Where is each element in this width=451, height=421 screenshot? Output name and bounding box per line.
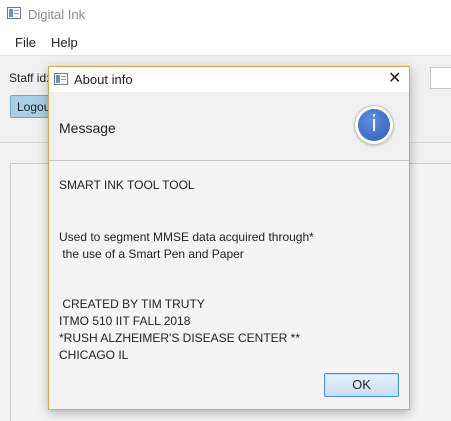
- menu-bar: File Help: [0, 30, 451, 56]
- menu-help[interactable]: Help: [51, 35, 78, 50]
- content-line: ITMO 510 IIT FALL 2018: [59, 314, 191, 328]
- close-button[interactable]: ✕: [379, 67, 409, 92]
- dialog-content: SMART INK TOOL TOOL Used to segment MMSE…: [49, 161, 409, 366]
- staff-id-field[interactable]: [430, 67, 451, 89]
- info-icon-glyph: i: [358, 109, 390, 141]
- app-titlebar: Digital Ink: [0, 0, 451, 30]
- content-line: SMART INK TOOL TOOL: [59, 178, 195, 192]
- app-window-icon: [7, 7, 21, 19]
- content-line: Used to segment MMSE data acquired throu…: [59, 230, 314, 244]
- menu-file[interactable]: File: [15, 35, 36, 50]
- dialog-window-icon: [54, 73, 68, 85]
- close-icon: ✕: [388, 70, 402, 87]
- content-line: CREATED BY TIM TRUTY: [59, 297, 205, 311]
- dialog-title: About info: [74, 72, 133, 87]
- dialog-header-text: Message: [59, 120, 116, 136]
- content-line: the use of a Smart Pen and Paper: [59, 247, 244, 261]
- content-line: CHICAGO IL: [59, 348, 129, 362]
- info-icon: i: [355, 106, 393, 144]
- app-title: Digital Ink: [28, 7, 86, 22]
- staff-id-label: Staff id:: [9, 71, 50, 85]
- about-dialog: About info ✕ Message i SMART INK TOOL TO…: [48, 66, 410, 410]
- dialog-titlebar[interactable]: About info ✕: [49, 67, 409, 92]
- ok-button[interactable]: OK: [324, 373, 399, 397]
- content-line: *RUSH ALZHEIMER'S DISEASE CENTER **: [59, 331, 301, 345]
- dialog-header: Message i: [49, 92, 409, 161]
